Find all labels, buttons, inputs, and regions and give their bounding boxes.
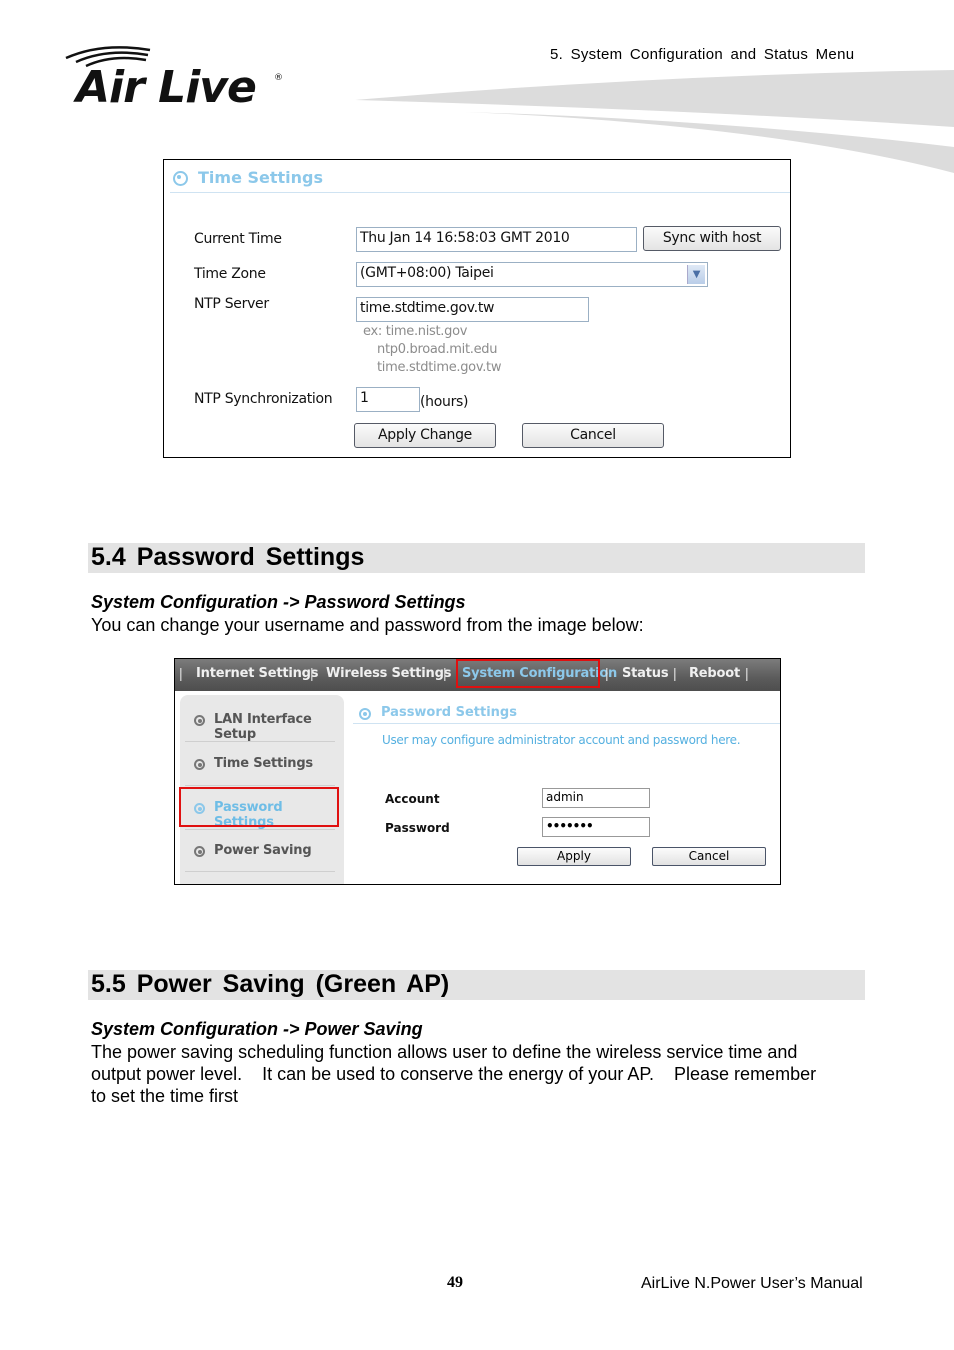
section-5-4-header: 5.4 Password Settings <box>88 543 865 573</box>
radio-ring-icon <box>173 171 188 186</box>
sidebar-item-label: Power Saving <box>214 843 312 858</box>
radio-ring-icon <box>194 715 205 726</box>
time-cancel-button[interactable]: Cancel <box>522 423 664 448</box>
section-5-4-path: System Configuration -> Password Setting… <box>91 592 466 612</box>
current-time-label: Current Time <box>194 231 282 247</box>
radio-ring-icon <box>194 759 205 770</box>
sidebar-item-lan-interface-setup[interactable]: LAN Interface Setup <box>180 701 344 744</box>
nav-wireless-settings[interactable]: Wireless Settings <box>326 666 451 681</box>
section-5-5-line-2: output power level. It can be used to co… <box>91 1064 817 1084</box>
account-field[interactable]: admin <box>542 788 650 808</box>
sidebar-item-label: LAN Interface Setup <box>214 712 312 742</box>
top-navigation-bar: | Internet Settings | Wireless Settings … <box>175 659 780 691</box>
apply-change-button[interactable]: Apply Change <box>354 423 496 448</box>
sidebar-divider <box>185 871 335 872</box>
password-settings-description: User may configure administrator account… <box>382 733 741 747</box>
ntp-sync-hours-field[interactable]: 1 <box>356 387 420 412</box>
ntp-example-3: time.stdtime.gov.tw <box>377 360 502 375</box>
current-time-field[interactable]: Thu Jan 14 16:58:03 GMT 2010 <box>356 227 637 252</box>
sidebar-item-time-settings[interactable]: Time Settings <box>180 745 344 788</box>
nav-separator: | <box>179 665 183 681</box>
password-settings-header: Password Settings <box>353 703 780 724</box>
sidebar-item-label: Time Settings <box>214 756 313 771</box>
sidebar-divider <box>185 829 335 830</box>
account-label: Account <box>385 792 440 806</box>
time-zone-value: (GMT+08:00) Taipei <box>360 265 494 281</box>
sidebar-highlight-box <box>179 787 339 827</box>
chapter-title: 5. System Configuration and Status Menu <box>550 46 855 63</box>
ntp-example-2: ntp0.broad.mit.edu <box>377 342 498 357</box>
nav-separator: | <box>673 665 677 681</box>
ntp-server-field[interactable]: time.stdtime.gov.tw <box>356 297 589 322</box>
nav-separator: | <box>443 665 447 681</box>
sidebar-item-power-saving[interactable]: Power Saving <box>180 832 344 875</box>
time-settings-header: Time Settings <box>170 166 790 193</box>
password-field[interactable]: ••••••• <box>542 817 650 837</box>
password-settings-title: Password Settings <box>381 705 517 720</box>
nav-internet-settings[interactable]: Internet Settings <box>196 666 319 681</box>
password-settings-screenshot: | Internet Settings | Wireless Settings … <box>174 658 781 885</box>
time-zone-label: Time Zone <box>194 266 266 282</box>
section-5-4-heading: 5.4 Password Settings <box>91 543 365 571</box>
time-settings-title: Time Settings <box>198 168 324 187</box>
radio-ring-icon <box>194 846 205 857</box>
nav-separator: | <box>745 665 749 681</box>
password-label: Password <box>385 821 450 835</box>
section-5-5-line-1: The power saving scheduling function all… <box>91 1042 798 1062</box>
hours-unit-label: (hours) <box>420 394 469 410</box>
radio-ring-icon <box>359 708 371 720</box>
nav-separator: | <box>310 665 314 681</box>
airlive-logo: Air Live ® <box>65 46 283 110</box>
nav-reboot[interactable]: Reboot <box>689 666 740 681</box>
password-cancel-button[interactable]: Cancel <box>652 847 766 866</box>
nav-status[interactable]: Status <box>622 666 669 681</box>
section-5-4-text: You can change your username and passwor… <box>91 615 644 635</box>
section-5-5-heading: 5.5 Power Saving (Green AP) <box>91 970 450 998</box>
ntp-example-1: ex: time.nist.gov <box>363 324 468 339</box>
section-5-5-path: System Configuration -> Power Saving <box>91 1019 423 1039</box>
chevron-down-icon[interactable]: ▼ <box>687 265 705 284</box>
ntp-sync-label: NTP Synchronization <box>194 391 333 407</box>
manual-title: AirLive N.Power User’s Manual <box>641 1275 863 1292</box>
sidebar-divider <box>185 741 335 742</box>
page-number: 49 <box>447 1274 463 1291</box>
time-settings-screenshot: Time Settings Current Time Thu Jan 14 16… <box>163 159 791 458</box>
nav-highlight-box <box>456 659 600 688</box>
sync-with-host-button[interactable]: Sync with host <box>643 226 781 251</box>
apply-button[interactable]: Apply <box>517 847 631 866</box>
section-5-5-line-3: to set the time first <box>91 1086 239 1106</box>
section-5-5-header: 5.5 Power Saving (Green AP) <box>88 970 865 1000</box>
ntp-server-label: NTP Server <box>194 296 269 312</box>
nav-separator: | <box>605 665 609 681</box>
svg-text:Air Live: Air Live <box>73 62 256 110</box>
svg-text:®: ® <box>274 73 283 83</box>
sidebar-divider <box>185 785 335 786</box>
time-zone-select[interactable]: (GMT+08:00) Taipei ▼ <box>356 262 708 287</box>
